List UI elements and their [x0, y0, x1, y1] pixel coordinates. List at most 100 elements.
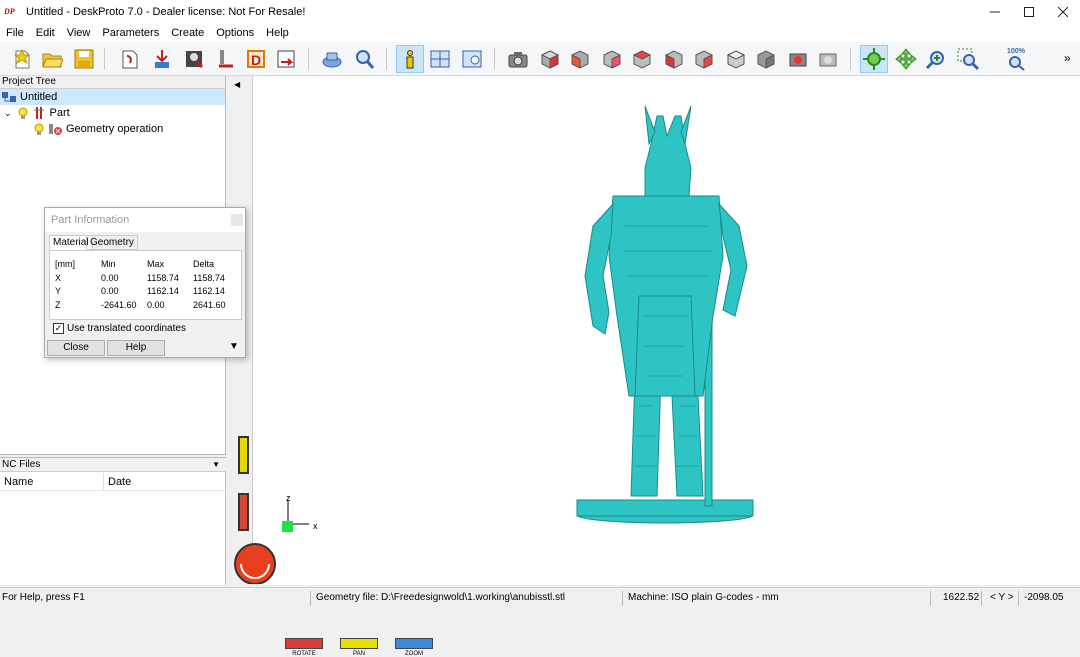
menu-parameters[interactable]: Parameters [96, 27, 165, 39]
pan-slider-icon[interactable] [238, 436, 249, 474]
part-parameters-icon[interactable] [148, 45, 176, 73]
inspect-icon[interactable] [350, 45, 378, 73]
close-window-button[interactable] [1046, 0, 1080, 24]
new-file-button[interactable] [8, 45, 36, 73]
menu-view[interactable]: View [61, 27, 97, 39]
menu-bar: File Edit View Parameters Create Options… [0, 24, 1080, 42]
column-date[interactable]: Date [104, 473, 224, 490]
zoom-slider-icon[interactable] [238, 493, 249, 531]
rotate-dial-icon[interactable] [231, 534, 281, 584]
view-left-icon[interactable] [628, 45, 656, 73]
title-bar: DP Untitled - DeskProto 7.0 - Dealer lic… [0, 0, 1080, 24]
export-icon[interactable] [272, 45, 300, 73]
table-cell: -2641.60 [101, 300, 137, 310]
tree-label-untitled: Untitled [20, 91, 58, 103]
view-front-icon[interactable] [566, 45, 594, 73]
close-button[interactable]: Close [47, 340, 105, 356]
rotate-tool-icon[interactable] [860, 45, 888, 73]
chevron-down-icon[interactable]: ⌄ [4, 108, 12, 119]
collapse-arrow-icon[interactable]: ◀ [234, 80, 240, 89]
save-file-button[interactable] [70, 45, 98, 73]
table-cell: X [55, 273, 62, 283]
simulation-icon[interactable] [318, 45, 346, 73]
toolbar: D 100% » [0, 42, 1080, 76]
table-cell: 1158.74 [147, 273, 179, 283]
render-gray-icon[interactable] [814, 45, 842, 73]
tree-item-untitled[interactable]: Untitled [0, 89, 225, 105]
status-coord-2: -2098.05 [1024, 592, 1064, 603]
open-file-button[interactable] [38, 45, 66, 73]
render-red-icon[interactable] [784, 45, 812, 73]
tree-label-part: Part [49, 107, 70, 119]
dropdown-arrow-icon[interactable]: ▼ [212, 458, 220, 472]
toolpath-icon[interactable] [212, 45, 240, 73]
zoom-mode-button[interactable] [395, 638, 433, 649]
tab-geometry[interactable]: Geometry [86, 235, 138, 250]
project-tree-header: Project Tree [0, 76, 225, 89]
translated-coords-checkbox[interactable]: ✓ [53, 323, 64, 334]
table-cell: 1162.14 [193, 286, 225, 296]
zoom-mode-label: ZOOM [405, 651, 423, 657]
lightbulb-icon[interactable] [34, 123, 44, 135]
rotate-mode-button[interactable] [285, 638, 323, 649]
zoom-100-button[interactable]: 100% [1002, 45, 1030, 73]
menu-create[interactable]: Create [165, 27, 210, 39]
bitmap-import-icon[interactable] [180, 45, 208, 73]
tree-item-geometry-operation[interactable]: Geometry operation [34, 121, 163, 137]
dialog-title: Part Information [45, 208, 245, 232]
import-geometry-icon[interactable] [116, 45, 144, 73]
expand-arrow-icon[interactable]: ▼ [229, 341, 239, 352]
status-axis: < Y > [990, 592, 1014, 603]
menu-options[interactable]: Options [210, 27, 260, 39]
pan-mode-label: PAN [353, 651, 365, 657]
zoom-tool-icon[interactable] [922, 45, 950, 73]
translated-coords-label: Use translated coordinates [67, 323, 186, 334]
column-name[interactable]: Name [0, 473, 104, 490]
view-bottom-icon[interactable] [722, 45, 750, 73]
table-cell: 0.00 [101, 273, 119, 283]
toolbar-overflow-icon[interactable]: » [1064, 51, 1071, 65]
table-cell: 2641.60 [193, 300, 226, 310]
menu-file[interactable]: File [0, 27, 30, 39]
model-render [576, 105, 754, 524]
window-layout-icon[interactable] [426, 45, 454, 73]
menu-edit[interactable]: Edit [30, 27, 61, 39]
help-button[interactable]: Help [107, 340, 165, 356]
table-header: Max [147, 259, 165, 269]
status-geometry-file: Geometry file: D:\Freedesignwold\1.worki… [316, 592, 565, 603]
dialog-close-icon[interactable] [231, 214, 243, 226]
minimize-button[interactable] [978, 0, 1012, 24]
zoom-100-label: 100% [1007, 47, 1025, 55]
status-coord-1: 1622.52 [943, 592, 980, 603]
maximize-button[interactable] [1012, 0, 1046, 24]
nc-files-title: NC Files [2, 459, 41, 470]
rotate-mode-label: ROTATE [292, 651, 316, 657]
table-header: Min [101, 259, 116, 269]
window-title: Untitled - DeskProto 7.0 - Dealer licens… [26, 6, 306, 18]
dimensions-table: [mm] Min Max Delta X 0.00 1158.74 1158.7… [49, 250, 242, 320]
camera-view-icon[interactable] [504, 45, 532, 73]
view-top-icon[interactable] [690, 45, 718, 73]
pan-tool-icon[interactable] [892, 45, 920, 73]
table-cell: 1158.74 [193, 273, 225, 283]
part-icon [33, 107, 44, 119]
table-header: Delta [193, 259, 215, 269]
design-icon[interactable]: D [242, 45, 270, 73]
view-right-icon[interactable] [660, 45, 688, 73]
tree-item-part[interactable]: ⌄ Part [4, 105, 70, 121]
table-cell: 1162.14 [147, 286, 179, 296]
part-info-icon[interactable] [396, 45, 424, 73]
view-window-icon[interactable] [458, 45, 486, 73]
zoom-window-icon[interactable] [954, 45, 982, 73]
status-bar: For Help, press F1 Geometry file: D:\Fre… [0, 587, 1080, 609]
view-back-icon[interactable] [598, 45, 626, 73]
3d-viewport[interactable]: z x ROTATE PAN ZOOM [234, 76, 1080, 657]
view-solid-icon[interactable] [752, 45, 780, 73]
table-cell: 0.00 [147, 300, 165, 310]
pan-mode-button[interactable] [340, 638, 378, 649]
table-cell: Z [55, 300, 61, 310]
table-cell: Y [55, 286, 62, 296]
menu-help[interactable]: Help [260, 27, 295, 39]
view-iso-icon[interactable] [536, 45, 564, 73]
lightbulb-icon[interactable] [18, 107, 28, 119]
